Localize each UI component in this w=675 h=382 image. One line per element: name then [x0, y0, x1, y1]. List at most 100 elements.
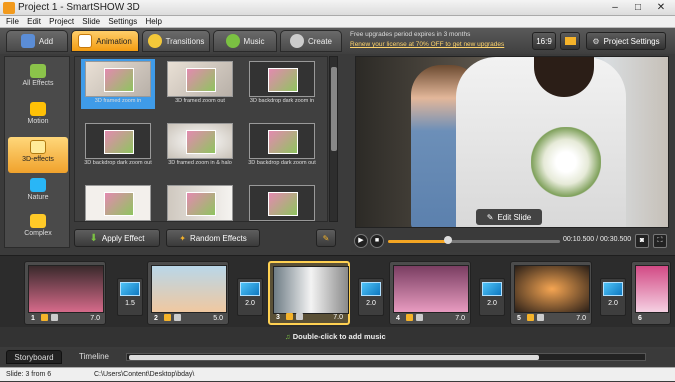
category-nature[interactable]: Nature [8, 175, 68, 211]
tab-storyboard[interactable]: Storyboard [6, 350, 62, 364]
effect-thumbnail [167, 123, 233, 159]
maximize-button[interactable]: □ [627, 1, 649, 14]
slide-thumbnail-1[interactable]: 1 7.0 [24, 261, 106, 325]
fullscreen-button[interactable] [560, 32, 580, 50]
music-note-icon [225, 34, 240, 48]
effect-icon [41, 314, 48, 321]
total-time: 00:30.500 [600, 236, 632, 243]
brush-icon: ✎ [322, 233, 330, 243]
project-settings-button[interactable]: ⚙ Project Settings [586, 32, 666, 50]
play-icon: ▶ [358, 237, 364, 244]
transition-1[interactable]: 1.5 [117, 278, 143, 316]
menu-bar: File Edit Project Slide Settings Help [0, 16, 675, 28]
category-all-effects[interactable]: All Effects [8, 61, 68, 97]
camera-icon: ◙ [639, 237, 645, 244]
effect-item[interactable] [163, 183, 237, 221]
slide-thumbnail-6[interactable]: 6 [631, 261, 671, 325]
film-reel-icon [289, 34, 304, 48]
menu-file[interactable]: File [6, 16, 19, 28]
tab-transitions[interactable]: Transitions [142, 30, 210, 52]
menu-project[interactable]: Project [49, 16, 74, 28]
stop-button[interactable]: ■ [370, 234, 384, 248]
gear-icon: ⚙ [592, 36, 600, 46]
category-complex[interactable]: Complex [8, 211, 68, 247]
project-path: C:\Users\Content\Desktop\bday\ [94, 371, 195, 378]
effects-scrollbar[interactable] [329, 56, 338, 222]
tab-music[interactable]: Music [213, 30, 277, 52]
slide-preview[interactable]: ✎ Edit Slide [355, 56, 669, 228]
slide-thumbnail-3[interactable]: 3 7.0 [268, 261, 350, 325]
slide-thumbnail-4[interactable]: 4 7.0 [389, 261, 471, 325]
transition-3[interactable]: 2.0 [358, 278, 384, 316]
slide-image [635, 265, 669, 313]
effect-item[interactable]: 3D backdrop dark zoom out [245, 121, 319, 171]
expand-icon: ⛶ [657, 237, 663, 244]
title-bar: Project 1 - SmartSHOW 3D – □ ✕ [0, 0, 675, 16]
tab-add[interactable]: Add [6, 30, 68, 52]
license-notice: Free upgrades period expires in 3 months… [350, 30, 504, 50]
aspect-ratio-button[interactable]: 16:9 [532, 32, 556, 50]
transition-icon [240, 282, 260, 296]
down-arrow-icon: ⬇ [89, 232, 98, 244]
storyboard-strip: 1 7.0 1.5 2 5.0 2.0 3 7.0 2.0 4 7.0 2.0 5 7.0… [0, 255, 675, 327]
scrollbar-thumb[interactable] [331, 67, 337, 151]
brush-button[interactable]: ✎ [316, 229, 336, 247]
tab-animation[interactable]: Animation [71, 30, 139, 52]
slide-image [151, 265, 227, 313]
effect-icon [164, 314, 171, 321]
effect-item[interactable]: 3D backdrop dark zoom in [245, 59, 319, 109]
edit-slide-button[interactable]: ✎ Edit Slide [476, 209, 542, 225]
tab-create[interactable]: Create [280, 30, 342, 52]
category-motion[interactable]: Motion [8, 99, 68, 135]
transition-icon [361, 282, 381, 296]
menu-edit[interactable]: Edit [27, 16, 41, 28]
minimize-button[interactable]: – [604, 1, 626, 14]
expand-button[interactable]: ⛶ [653, 234, 667, 248]
effect-item[interactable] [245, 183, 319, 221]
snapshot-button[interactable]: ◙ [635, 234, 649, 248]
effect-item[interactable]: 3D framed zoom in [81, 59, 155, 109]
current-time: 00:10.500 [563, 236, 595, 243]
random-effects-button[interactable]: ✦ Random Effects [166, 229, 260, 247]
menu-help[interactable]: Help [145, 16, 161, 28]
effect-icon [406, 314, 413, 321]
puzzle-icon [30, 64, 46, 78]
transition-icon [603, 282, 623, 296]
storyboard-scrollbar[interactable] [126, 353, 646, 361]
slide-thumbnail-2[interactable]: 2 5.0 [147, 261, 229, 325]
effect-item[interactable]: 3D framed zoom in & halo [163, 121, 237, 171]
effect-icon [286, 313, 293, 320]
transition-2[interactable]: 2.0 [237, 278, 263, 316]
play-button[interactable]: ▶ [354, 234, 368, 248]
slide-image [273, 266, 349, 314]
effect-thumbnail [85, 61, 151, 97]
time-readout: 00:10.500 / 00:30.500 [563, 236, 631, 243]
menu-settings[interactable]: Settings [108, 16, 137, 28]
effect-item[interactable]: 3D backdrop dark zoom out [81, 121, 155, 171]
app-icon [3, 2, 15, 14]
audio-icon [416, 314, 423, 321]
motion-icon [30, 102, 46, 116]
transition-icon [482, 282, 502, 296]
effect-item[interactable]: 3D framed zoom out [163, 59, 237, 109]
audio-icon [296, 313, 303, 320]
category-3d-effects[interactable]: 3D-effects [8, 137, 68, 173]
renew-license-link[interactable]: Renew your license at 70% OFF to get new… [350, 40, 504, 50]
effect-thumbnail [85, 185, 151, 221]
menu-slide[interactable]: Slide [82, 16, 100, 28]
slide-image [28, 265, 104, 313]
music-hint: ♫ Double-click to add music [285, 332, 386, 341]
effect-categories: All Effects Motion 3D-effects Nature Com… [4, 56, 70, 248]
seek-bar[interactable] [388, 240, 560, 243]
tab-timeline[interactable]: Timeline [66, 350, 122, 364]
add-photo-icon [20, 34, 35, 48]
scrollbar-thumb[interactable] [129, 355, 539, 360]
transition-icon [120, 282, 140, 296]
transition-4[interactable]: 2.0 [479, 278, 505, 316]
effect-item[interactable] [81, 183, 155, 221]
apply-effect-button[interactable]: ⬇ Apply Effect [74, 229, 160, 247]
transition-5[interactable]: 2.0 [600, 278, 626, 316]
pencil-icon: ✎ [486, 212, 494, 222]
slide-thumbnail-5[interactable]: 5 7.0 [510, 261, 592, 325]
close-button[interactable]: ✕ [650, 1, 672, 14]
